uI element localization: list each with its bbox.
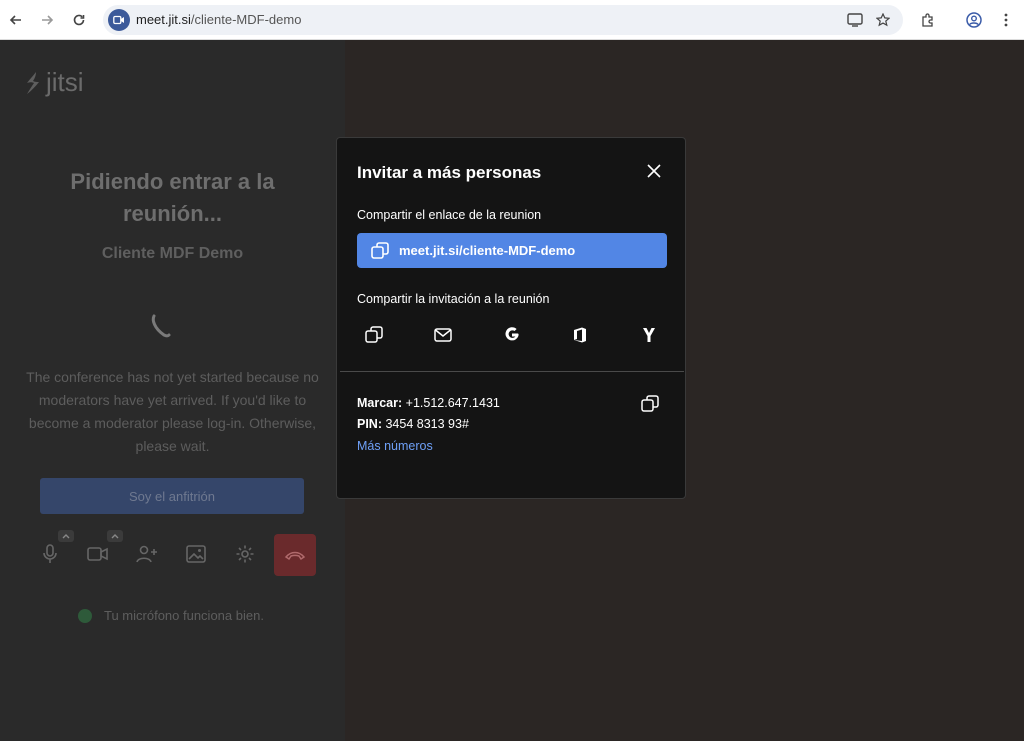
pin-label: PIN: (357, 417, 382, 431)
meeting-link-copy-button[interactable]: meet.jit.si/cliente-MDF-demo (357, 233, 667, 268)
extensions-icon[interactable] (917, 9, 939, 31)
dial-in-number: Marcar: +1.512.647.1431 (357, 396, 500, 410)
address-bar[interactable]: meet.jit.si/cliente-MDF-demo (103, 5, 903, 35)
jitsi-logo: jitsi (24, 67, 84, 98)
back-icon[interactable] (5, 9, 27, 31)
conference-status-message: The conference has not yet started becau… (26, 369, 319, 454)
hangup-phone-icon (284, 551, 306, 561)
invite-dialog: Invitar a más personas Compartir el enla… (336, 137, 686, 499)
star-icon[interactable] (874, 11, 892, 29)
hangup-button[interactable] (274, 534, 316, 576)
dial-in-value: +1.512.647.1431 (405, 396, 500, 410)
dial-in-label: Marcar: (357, 396, 403, 410)
mic-status-text: Tu micrófono funciona bien. (104, 608, 264, 623)
jitsi-logo-mark (27, 71, 39, 94)
invite-dialog-title: Invitar a más personas (357, 163, 542, 182)
prejoin-toolbar (30, 530, 320, 578)
reload-icon[interactable] (68, 9, 90, 31)
mic-status-indicator-icon (78, 608, 92, 623)
menu-icon[interactable] (995, 9, 1017, 31)
divider (340, 371, 684, 372)
more-numbers-link[interactable]: Más números (357, 439, 433, 453)
mic-status: Tu micrófono funciona bien. (78, 608, 264, 623)
settings-gear-icon[interactable] (227, 536, 263, 572)
profile-icon[interactable] (963, 9, 985, 31)
copy-link-icon (371, 241, 389, 259)
mic-options-chevron-icon[interactable] (58, 530, 74, 542)
email-icon[interactable] (430, 322, 456, 348)
forward-icon[interactable] (36, 9, 58, 31)
prejoin-title: Pidiendo entrar a la reunión... (70, 169, 275, 226)
url-path: /cliente-MDF-demo (190, 12, 302, 27)
background-image-icon[interactable] (178, 536, 214, 572)
copy-dial-in-icon[interactable] (639, 393, 661, 415)
office-icon[interactable] (567, 322, 593, 348)
share-link-label: Compartir el enlace de la reunion (357, 208, 542, 222)
url-host: meet.jit.si (136, 12, 191, 27)
url-text: meet.jit.si/cliente-MDF-demo (136, 12, 301, 27)
google-icon[interactable] (499, 322, 525, 348)
cast-icon[interactable] (846, 11, 864, 29)
pin-value: 3454 8313 93# (385, 417, 469, 431)
dial-in-pin: PIN: 3454 8313 93# (357, 417, 469, 431)
phone-icon (148, 312, 176, 340)
copy-icon[interactable] (361, 322, 387, 348)
invite-people-icon[interactable] (129, 536, 165, 572)
browser-toolbar: meet.jit.si/cliente-MDF-demo (0, 0, 1024, 40)
jitsi-logo-text: jitsi (46, 67, 84, 97)
yahoo-icon[interactable] (636, 322, 662, 348)
meeting-link-text: meet.jit.si/cliente-MDF-demo (399, 243, 576, 258)
meeting-name: Cliente MDF Demo (101, 245, 244, 262)
share-invite-label: Compartir la invitación a la reunión (357, 292, 550, 306)
host-login-button[interactable]: Soy el anfitrión (40, 478, 304, 514)
meeting-page: jitsi Pidiendo entrar a la reunión... Cl… (0, 40, 1024, 741)
prejoin-panel: jitsi Pidiendo entrar a la reunión... Cl… (0, 40, 345, 741)
video-site-icon[interactable] (108, 9, 130, 31)
share-invite-options (357, 322, 667, 348)
close-icon[interactable] (643, 160, 665, 182)
camera-options-chevron-icon[interactable] (107, 530, 123, 542)
